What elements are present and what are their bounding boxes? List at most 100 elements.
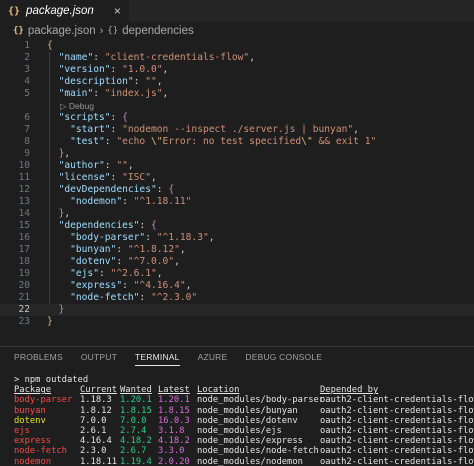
terminal-cell-wanted: 1.8.15 <box>120 405 152 416</box>
terminal-cell-pkg: dotenv <box>14 415 46 426</box>
code-token: "devDependencies" <box>58 184 157 195</box>
code-line[interactable]: 14 }, <box>0 208 474 220</box>
code-token: && exit 1" <box>312 136 377 147</box>
code-token: { <box>47 40 53 51</box>
code-line[interactable]: 16 "body-parser": "^1.18.3", <box>0 232 474 244</box>
code-line[interactable]: 7 "start": "nodemon --inspect ./server.j… <box>0 124 474 136</box>
code-text: "bunyan": "^1.8.12", <box>47 244 186 256</box>
line-number: 1 <box>24 40 30 51</box>
terminal-header-cell: Package <box>14 385 52 396</box>
line-number: 6 <box>24 112 30 123</box>
code-token: "" <box>145 76 157 87</box>
code-line[interactable]: 5 "main": "index.js", <box>0 88 474 100</box>
terminal-cell-dep: oauth2-client-credentials-flow <box>320 415 474 426</box>
terminal-row: nodemon 1.18.11 1.19.4 2.0.20 node_modules/n… <box>0 457 474 466</box>
tab-package-json[interactable]: {} package.json × <box>0 0 129 22</box>
code-line[interactable]: 19 "ejs": "^2.6.1", <box>0 268 474 280</box>
code-line[interactable]: 3 "version": "1.0.0", <box>0 64 474 76</box>
code-line[interactable]: 4 "description": "", <box>0 76 474 88</box>
breadcrumb-item[interactable]: dependencies <box>122 25 194 37</box>
code-token: "ISC" <box>122 172 151 183</box>
terminal-cell-location: node_modules/node-fetch <box>197 446 319 457</box>
breadcrumb-file[interactable]: package.json <box>28 25 96 37</box>
line-number: 16 <box>18 232 30 243</box>
line-number: 23 <box>18 316 30 327</box>
close-icon[interactable]: × <box>114 4 121 18</box>
terminal-cell-location: node_modules/nodemon <box>197 456 303 466</box>
code-token: : <box>116 244 128 255</box>
tab-output[interactable]: OUTPUT <box>81 347 117 367</box>
code-token: "description" <box>58 76 134 87</box>
code-line[interactable]: 1{ <box>0 40 474 52</box>
code-text: "license": "ISC", <box>47 172 157 184</box>
line-number: 7 <box>24 124 30 135</box>
line-number: 20 <box>18 280 30 291</box>
terminal-cell-dep: oauth2-client-credentials-flow <box>320 395 474 406</box>
terminal-cell-pkg: ejs <box>14 426 30 436</box>
terminal-row: bunyan 1.8.12 1.8.15 1.8.15 node_modules/bun… <box>0 406 474 416</box>
code-token: : <box>110 64 123 75</box>
code-token: : <box>116 256 128 267</box>
code-text: "name": "client-credentials-flow", <box>47 52 255 64</box>
code-text: "body-parser": "^1.18.3", <box>47 232 214 244</box>
code-line[interactable]: 18 "dotenv": "^7.0.0", <box>0 256 474 268</box>
terminal-command: > npm outdated <box>14 375 89 385</box>
code-line[interactable]: 12 "devDependencies": { <box>0 184 474 196</box>
code-line[interactable]: 11 "license": "ISC", <box>0 172 474 184</box>
code-line[interactable]: 13 "nodemon": "^1.18.11" <box>0 196 474 208</box>
code-line[interactable]: 9 }, <box>0 148 474 160</box>
code-line[interactable]: 2 "name": "client-credentials-flow", <box>0 52 474 64</box>
code-line[interactable]: 10 "author": "", <box>0 160 474 172</box>
terminal-row: ejs 2.6.1 2.7.4 3.1.8 node_modules/ejs oauth2… <box>0 426 474 436</box>
terminal-cell-location: node_modules/bunyan <box>197 405 298 416</box>
code-token: "echo <box>116 136 151 147</box>
json-file-icon: {} <box>13 26 24 36</box>
code-token: "bunyan" <box>70 244 117 255</box>
code-line[interactable]: 6 "scripts": { <box>0 112 474 124</box>
code-token: "dotenv" <box>70 256 117 267</box>
code-token: , <box>162 64 169 75</box>
code-token: "author" <box>58 160 105 171</box>
code-line[interactable]: 17 "bunyan": "^1.8.12", <box>0 244 474 256</box>
code-line[interactable]: 23} <box>0 316 474 328</box>
code-text: "nodemon": "^1.18.11" <box>47 196 191 208</box>
terminal-cell-wanted: 2.7.4 <box>120 426 147 436</box>
code-token: { <box>168 184 175 195</box>
code-line[interactable]: 8 "test": "echo \"Error: no test specifi… <box>0 136 474 148</box>
tab-azure[interactable]: AZURE <box>198 347 228 367</box>
code-token: "index.js" <box>104 88 163 99</box>
line-number: 9 <box>24 148 30 159</box>
tab-terminal[interactable]: TERMINAL <box>135 347 180 367</box>
code-token: "scripts" <box>58 112 111 123</box>
tab-debug-console[interactable]: DEBUG CONSOLE <box>245 347 322 367</box>
tab-problems[interactable]: PROBLEMS <box>14 347 63 367</box>
terminal-cell-current: 1.8.12 <box>80 405 112 416</box>
code-text: "scripts": { <box>47 112 128 124</box>
code-token: : <box>133 76 146 87</box>
code-token: "^7.0.0" <box>127 256 175 267</box>
terminal-cell-latest: 16.0.3 <box>158 415 190 426</box>
terminal-cell-current: 4.16.4 <box>80 436 112 447</box>
code-token: { <box>151 220 157 231</box>
code-text: "node-fetch": "^2.3.0" <box>47 292 197 304</box>
terminal-cell-latest: 1.8.15 <box>158 405 190 416</box>
code-token: : <box>110 124 123 135</box>
code-editor[interactable]: ▷ Debug 1{2 "name": "client-credentials-… <box>0 40 474 336</box>
code-token: : <box>93 52 105 63</box>
code-token: : <box>104 136 117 147</box>
code-line[interactable]: 20 "express": "^4.16.4", <box>0 280 474 292</box>
terminal-cell-pkg: bunyan <box>14 405 46 416</box>
line-number: 10 <box>18 160 30 171</box>
code-line[interactable]: 22 } <box>0 304 474 316</box>
code-line[interactable]: 15 "dependencies": { <box>0 220 474 232</box>
terminal-cell-wanted: 1.19.4 <box>120 456 152 466</box>
debug-codelens[interactable]: ▷ Debug <box>60 100 94 112</box>
terminal-row: body-parser 1.18.3 1.20.1 1.20.1 node_module… <box>0 395 474 405</box>
code-line[interactable]: 21 "node-fetch": "^2.3.0" <box>0 292 474 304</box>
